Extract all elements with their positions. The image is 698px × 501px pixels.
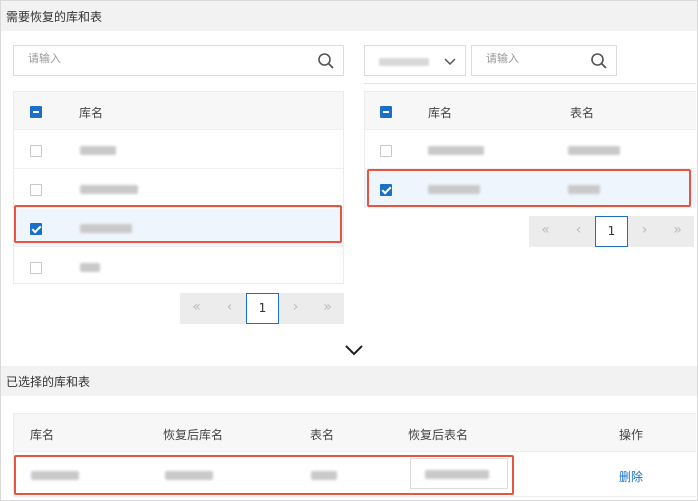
highlight-box	[367, 169, 691, 207]
column-header-restored-table-name: 恢复后表名	[408, 428, 469, 442]
column-header-restored-db-name: 恢复后库名	[163, 428, 224, 442]
restore-section-title: 需要恢复的库和表	[6, 10, 103, 24]
restore-section-header: 需要恢复的库和表	[1, 1, 697, 31]
table-row[interactable]	[14, 170, 343, 208]
current-page-button[interactable]: 1	[595, 216, 628, 247]
row-checkbox[interactable]	[30, 262, 42, 274]
right-search-box[interactable]	[471, 45, 617, 76]
next-page-button[interactable]: ›	[279, 293, 312, 324]
table-header: 库名	[14, 92, 343, 130]
table-header: 库名 恢复后库名 表名 恢复后表名 操作	[14, 414, 696, 452]
db-name-cell	[428, 146, 484, 155]
prev-page-button[interactable]: ‹	[213, 293, 246, 324]
first-page-button[interactable]: «	[180, 293, 213, 324]
table-header: 库名 表名	[365, 92, 696, 130]
chevron-down-icon[interactable]	[344, 343, 364, 357]
db-name-cell	[80, 146, 116, 155]
search-icon[interactable]	[317, 52, 335, 70]
select-all-checkbox[interactable]	[380, 106, 392, 118]
next-page-button[interactable]: ›	[628, 216, 661, 247]
divider	[364, 83, 696, 84]
select-all-checkbox[interactable]	[30, 106, 42, 118]
table-row[interactable]	[365, 131, 696, 169]
search-icon[interactable]	[590, 52, 608, 70]
right-search-input[interactable]	[486, 52, 587, 65]
db-name-cell	[80, 185, 138, 194]
row-checkbox[interactable]	[30, 184, 42, 196]
highlight-box	[14, 205, 342, 243]
highlight-box	[14, 455, 514, 495]
column-header-table-name: 表名	[570, 106, 595, 120]
database-select[interactable]	[364, 45, 466, 76]
selected-section-header: 已选择的库和表	[1, 366, 697, 396]
delete-link[interactable]: 删除	[619, 468, 643, 485]
table-name-cell	[568, 146, 620, 155]
row-checkbox[interactable]	[380, 145, 392, 157]
column-header-action: 操作	[619, 428, 644, 442]
row-checkbox[interactable]	[30, 145, 42, 157]
first-page-button[interactable]: «	[529, 216, 562, 247]
current-page-button[interactable]: 1	[246, 293, 279, 324]
prev-page-button[interactable]: ‹	[562, 216, 595, 247]
column-header-table-name: 表名	[310, 428, 335, 442]
last-page-button[interactable]: »	[661, 216, 694, 247]
selected-section-title: 已选择的库和表	[6, 375, 91, 389]
column-header-db-name: 库名	[79, 106, 104, 120]
table-row[interactable]	[14, 248, 343, 286]
chevron-down-icon	[444, 58, 456, 66]
right-pagination: « ‹ 1 › »	[529, 216, 694, 247]
left-db-table: 库名	[13, 91, 344, 284]
column-header-db-name: 库名	[30, 428, 55, 442]
left-search-box[interactable]	[13, 45, 344, 76]
left-pagination: « ‹ 1 › »	[180, 293, 344, 324]
left-search-input[interactable]	[28, 52, 259, 65]
column-header-db-name: 库名	[428, 106, 453, 120]
table-row[interactable]	[14, 131, 343, 169]
last-page-button[interactable]: »	[311, 293, 344, 324]
database-select-value	[379, 58, 429, 66]
db-name-cell	[80, 263, 100, 272]
